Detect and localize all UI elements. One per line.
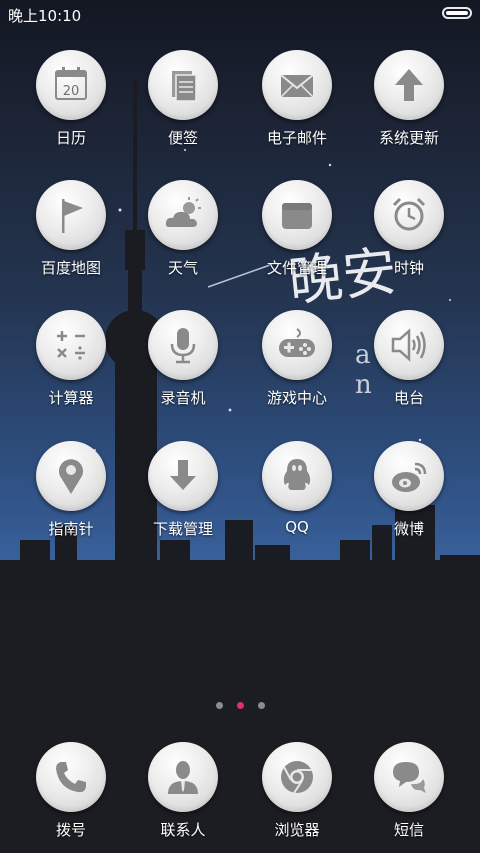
app-weibo[interactable]: 微博 xyxy=(354,441,464,539)
dock-messages[interactable]: 短信 xyxy=(354,742,464,840)
status-time: 晚上10:10 xyxy=(8,7,82,25)
app-recorder[interactable]: 录音机 xyxy=(128,310,238,408)
app-label: 拨号 xyxy=(55,821,86,839)
notes-icon xyxy=(172,71,197,102)
status-bar: 晚上10:10 xyxy=(0,0,480,28)
calendar-date: 20 xyxy=(63,84,80,99)
app-label: 电台 xyxy=(393,389,424,407)
speaker-icon xyxy=(391,328,426,362)
app-email[interactable]: 电子邮件 xyxy=(242,50,352,148)
app-label: 日历 xyxy=(55,129,86,147)
app-game-center[interactable]: 游戏中心 xyxy=(242,310,352,408)
page-indicator xyxy=(0,702,480,709)
browser-icon xyxy=(281,761,313,794)
dock-contacts[interactable]: 联系人 xyxy=(128,742,238,840)
message-icon xyxy=(393,762,426,793)
app-notes[interactable]: 便签 xyxy=(128,50,238,148)
app-label: 下载管理 xyxy=(152,520,213,538)
alarm-clock-icon xyxy=(392,197,426,231)
phone-icon xyxy=(56,762,86,793)
battery-icon xyxy=(442,7,472,19)
map-flag-icon xyxy=(62,199,83,233)
app-clock[interactable]: 时钟 xyxy=(354,180,464,278)
page-dot[interactable] xyxy=(257,702,265,709)
app-file-manager[interactable]: 文件管理 xyxy=(242,180,352,278)
app-label: 浏览器 xyxy=(274,821,320,839)
app-label: 计算器 xyxy=(48,389,94,407)
location-pin-icon xyxy=(59,459,83,494)
app-system-update[interactable]: 系统更新 xyxy=(354,50,464,148)
app-label: 游戏中心 xyxy=(266,389,327,407)
app-label: QQ xyxy=(285,518,309,536)
app-qq[interactable]: QQ xyxy=(242,441,352,536)
app-label: 文件管理 xyxy=(266,259,327,277)
app-label: 天气 xyxy=(167,259,198,277)
microphone-icon xyxy=(170,328,196,364)
app-label: 录音机 xyxy=(160,389,206,407)
app-baidu-map[interactable]: 百度地图 xyxy=(16,180,126,278)
app-label: 指南针 xyxy=(48,520,94,538)
app-calendar[interactable]: 20 日历 xyxy=(16,50,126,148)
app-label: 联系人 xyxy=(160,821,206,839)
mail-icon xyxy=(280,74,314,98)
gamepad-icon xyxy=(279,328,315,357)
app-label: 便签 xyxy=(167,129,198,147)
calendar-icon: 20 xyxy=(55,67,87,100)
app-download-manager[interactable]: 下载管理 xyxy=(128,441,238,539)
app-compass[interactable]: 指南针 xyxy=(16,441,126,539)
app-label: 微博 xyxy=(393,520,424,538)
weibo-icon xyxy=(392,462,427,492)
app-calculator[interactable]: 计算器 xyxy=(16,310,126,408)
app-weather[interactable]: 天气 xyxy=(128,180,238,278)
dock-dialer[interactable]: 拨号 xyxy=(16,742,126,840)
app-label: 短信 xyxy=(393,821,424,839)
update-arrow-icon xyxy=(395,69,423,101)
app-label: 电子邮件 xyxy=(266,129,327,147)
app-label: 时钟 xyxy=(393,259,424,277)
dock-browser[interactable]: 浏览器 xyxy=(242,742,352,840)
qq-penguin-icon xyxy=(283,459,311,490)
app-label: 系统更新 xyxy=(378,129,439,147)
folder-icon xyxy=(282,203,312,229)
calculator-icon xyxy=(57,331,85,360)
app-label: 百度地图 xyxy=(40,259,101,277)
download-icon xyxy=(170,460,196,490)
page-dot[interactable] xyxy=(215,702,223,709)
contact-icon xyxy=(168,761,198,794)
weather-icon xyxy=(165,197,201,227)
page-dot-active[interactable] xyxy=(236,702,244,709)
app-radio[interactable]: 电台 xyxy=(354,310,464,408)
